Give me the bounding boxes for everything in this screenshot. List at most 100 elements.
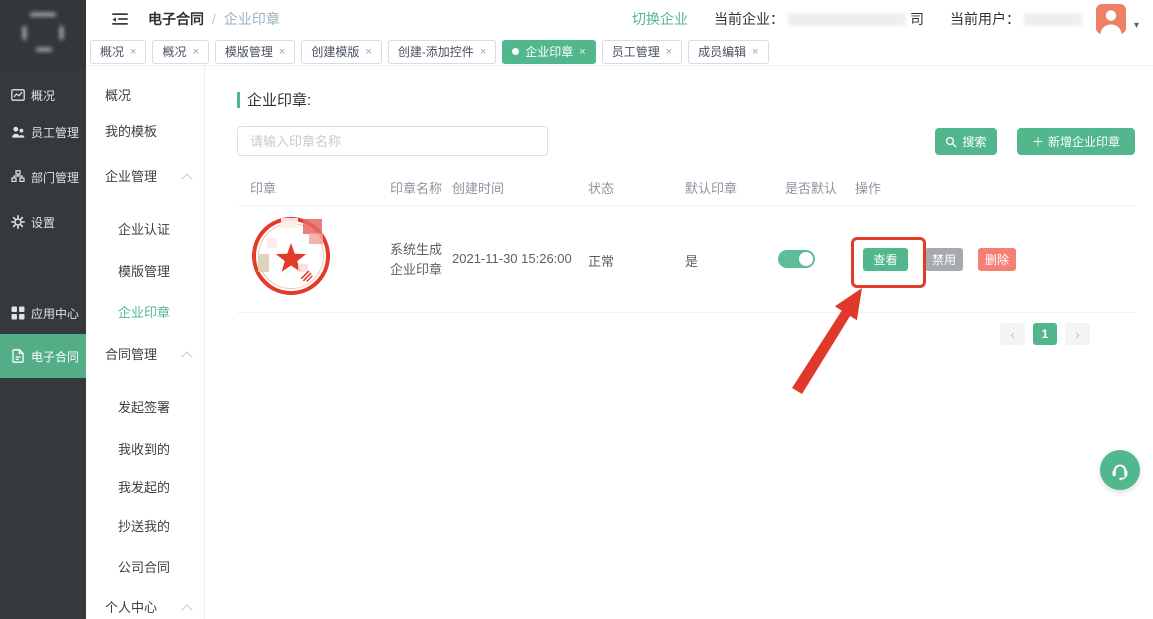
table-row-bottom-border — [237, 312, 1135, 313]
view-seal-button[interactable]: 查看 — [863, 248, 908, 271]
user-avatar[interactable] — [1096, 4, 1126, 34]
nav-personal-center-group[interactable]: 个人中心 — [105, 599, 191, 617]
nav-company-auth[interactable]: 企业认证 — [118, 221, 170, 239]
current-user-label: 当前用户： — [950, 9, 1020, 29]
add-company-seal-button[interactable]: ＋ 新增企业印章 — [1017, 128, 1135, 155]
search-button-label: 搜索 — [962, 133, 986, 150]
tab-staff-mgmt[interactable]: 员工管理 × — [602, 40, 682, 64]
title-accent-bar — [237, 92, 240, 108]
tab-create-add-control[interactable]: 创建-添加控件 × — [388, 40, 496, 64]
sidebar-item-label: 设置 — [31, 214, 55, 231]
nav-template-mgmt[interactable]: 模版管理 — [118, 263, 170, 281]
nav-initiate-sign[interactable]: 发起签署 — [118, 399, 170, 417]
apps-icon — [11, 306, 25, 320]
tab-label: 概况 — [100, 43, 124, 60]
seal-name-line1: 系统生成 — [390, 240, 442, 260]
breadcrumb-current: 企业印章 — [224, 9, 280, 29]
avatar-person-icon — [1096, 4, 1126, 34]
tab-create-template[interactable]: 创建模版 × — [301, 40, 381, 64]
sidebar-item-label: 概况 — [31, 87, 55, 104]
sidebar-item-e-contract[interactable]: 电子合同 — [0, 334, 86, 378]
collapse-caret-icon — [181, 173, 192, 184]
tab-label: 创建模版 — [311, 43, 359, 60]
collapse-menu-icon[interactable] — [112, 12, 130, 27]
settings-icon — [11, 215, 25, 229]
nav-my-templates[interactable]: 我的模板 — [105, 123, 157, 141]
cell-created-time: 2021-11-30 15:26:00 — [452, 251, 572, 266]
seal-name-line2: 企业印章 — [390, 260, 442, 280]
user-name-redacted — [1024, 13, 1082, 26]
search-button[interactable]: 搜索 — [935, 128, 997, 155]
collapse-caret-icon — [181, 604, 192, 615]
tab-close-icon[interactable]: × — [279, 46, 285, 58]
nav-company-contracts[interactable]: 公司合同 — [118, 559, 170, 577]
tab-close-icon[interactable]: × — [130, 46, 136, 58]
tab-label: 创建-添加控件 — [398, 43, 474, 60]
cell-status: 正常 — [588, 251, 614, 270]
tab-overview-1[interactable]: 概况 × — [90, 40, 146, 64]
toggle-knob — [799, 252, 813, 266]
delete-seal-button[interactable]: 删除 — [978, 248, 1016, 271]
primary-sidebar: 概况 员工管理 部门管理 — [0, 0, 86, 619]
overview-icon — [11, 88, 25, 102]
secondary-sidebar: 概况 我的模板 企业管理 企业认证 模版管理 企业印章 合同管理 发起签署 我收… — [86, 66, 205, 619]
nav-cc-me[interactable]: 抄送我的 — [118, 518, 170, 536]
tab-close-icon[interactable]: × — [666, 46, 672, 58]
col-header-actions: 操作 — [855, 178, 881, 197]
breadcrumb-root[interactable]: 电子合同 — [148, 9, 204, 29]
search-icon — [945, 136, 957, 148]
page-title: 企业印章: — [237, 89, 311, 110]
nav-contract-mgmt-group[interactable]: 合同管理 — [105, 346, 191, 364]
tab-member-edit[interactable]: 成员编辑 × — [688, 40, 768, 64]
tab-close-icon[interactable]: × — [365, 46, 371, 58]
table-row-top-border — [237, 205, 1135, 206]
pagination-prev-button[interactable]: ‹ — [1000, 323, 1025, 345]
seal-stamp-icon — [251, 212, 331, 300]
col-header-status: 状态 — [588, 178, 614, 197]
col-header-created-time: 创建时间 — [452, 178, 504, 197]
tab-label: 企业印章 — [525, 43, 573, 60]
sidebar-item-department[interactable]: 部门管理 — [0, 158, 86, 196]
topbar-right: 切换企业 当前企业： 司 当前用户： ▾ — [632, 4, 1153, 34]
cell-default-seal: 是 — [685, 251, 698, 270]
sidebar-item-label: 部门管理 — [31, 169, 79, 186]
tab-close-icon[interactable]: × — [480, 46, 486, 58]
top-bar: 电子合同 / 企业印章 切换企业 当前企业： 司 当前用户： ▾ — [86, 0, 1153, 38]
app-window: 概况 员工管理 部门管理 — [0, 0, 1153, 619]
tab-label: 成员编辑 — [698, 43, 746, 60]
add-button-label: 新增企业印章 — [1048, 133, 1120, 150]
tab-close-icon[interactable]: × — [192, 46, 198, 58]
pagination-next-button[interactable]: › — [1065, 323, 1090, 345]
nav-group-label: 合同管理 — [105, 346, 157, 364]
sidebar-item-app-center[interactable]: 应用中心 — [0, 294, 86, 332]
sidebar-item-overview[interactable]: 概况 — [0, 76, 86, 114]
department-icon — [11, 170, 25, 184]
collapse-caret-icon — [181, 351, 192, 362]
sidebar-item-settings[interactable]: 设置 — [0, 203, 86, 241]
nav-received[interactable]: 我收到的 — [118, 441, 170, 459]
tab-close-icon[interactable]: × — [752, 46, 758, 58]
nav-group-label: 企业管理 — [105, 168, 157, 186]
tab-template-mgmt[interactable]: 模版管理 × — [215, 40, 295, 64]
nav-initiated[interactable]: 我发起的 — [118, 479, 170, 497]
tab-company-seal-active[interactable]: 企业印章 × — [502, 40, 595, 64]
nav-group-label: 个人中心 — [105, 599, 157, 617]
switch-company-link[interactable]: 切换企业 — [632, 9, 688, 29]
default-seal-toggle[interactable] — [778, 250, 815, 268]
annotation-arrow — [780, 280, 880, 400]
tab-overview-2[interactable]: 概况 × — [152, 40, 208, 64]
nav-company-seal[interactable]: 企业印章 — [118, 304, 170, 322]
customer-support-button[interactable] — [1100, 450, 1140, 490]
pagination-page-1[interactable]: 1 — [1033, 323, 1057, 345]
nav-overview[interactable]: 概况 — [105, 87, 131, 105]
sidebar-item-staff[interactable]: 员工管理 — [0, 113, 86, 151]
disable-seal-button[interactable]: 禁用 — [925, 248, 963, 271]
nav-company-mgmt-group[interactable]: 企业管理 — [105, 168, 191, 186]
col-header-default-seal: 默认印章 — [685, 178, 737, 197]
active-tab-dot-icon — [512, 48, 519, 55]
tab-label: 概况 — [162, 43, 186, 60]
col-header-seal: 印章 — [250, 178, 276, 197]
seal-name-search-input[interactable] — [237, 126, 548, 156]
tab-close-icon[interactable]: × — [579, 46, 585, 58]
user-menu-caret-icon[interactable]: ▾ — [1134, 20, 1139, 31]
